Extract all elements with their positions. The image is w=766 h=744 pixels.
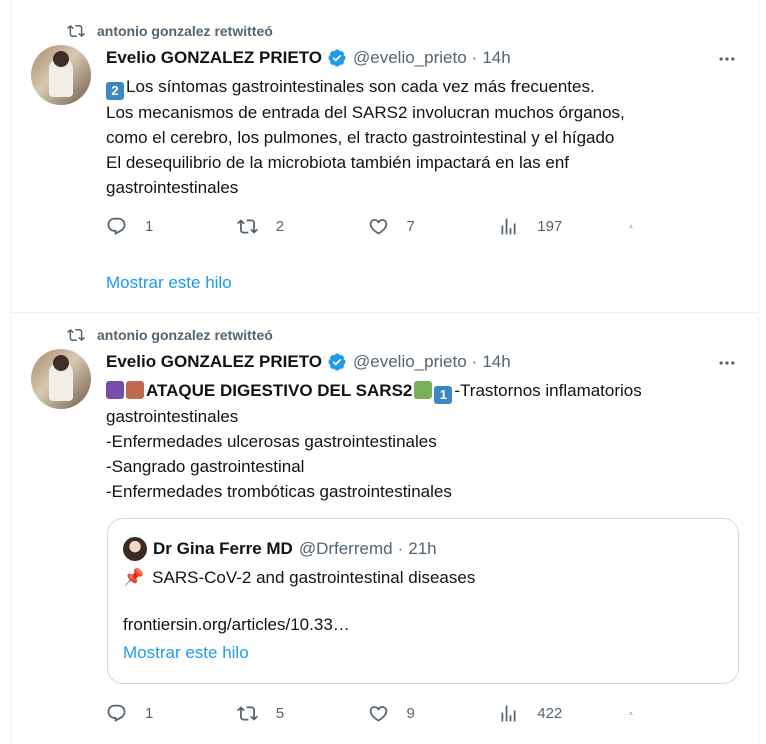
more-icon[interactable] [716, 48, 738, 70]
share-button[interactable] [629, 703, 651, 724]
separator: · [471, 48, 478, 67]
reply-button[interactable]: 1 [106, 703, 216, 724]
headline-rest: -Trastornos inflamatorios [454, 381, 642, 400]
headline: ATAQUE DIGESTIVO DEL SARS2 [146, 381, 413, 400]
quote-text: 📌 SARS-CoV-2 and gastrointestinal disease… [123, 565, 475, 590]
reply-count: 1 [145, 218, 154, 235]
like-button[interactable]: 9 [368, 703, 478, 724]
text-line: Los mecanismos de entrada del SARS2 invo… [106, 103, 625, 122]
retweet-icon [67, 24, 85, 38]
retweet-context[interactable]: antonio gonzalez retwitteó [67, 326, 273, 344]
quote-header: Dr Gina Ferre MD @Drferremd · 21h [123, 537, 437, 561]
retweet-icon [67, 328, 85, 342]
timestamp[interactable]: 14h [482, 48, 510, 68]
green-square-icon [414, 381, 433, 399]
author-name[interactable]: Evelio GONZALEZ PRIETO [106, 352, 322, 372]
retweet-icon [236, 219, 258, 234]
author-handle[interactable]: @evelio_prieto [353, 48, 467, 68]
brown-square-icon [126, 381, 144, 399]
quote-link[interactable]: frontiersin.org/articles/10.33… [123, 615, 350, 635]
views-icon [501, 705, 516, 722]
like-button[interactable]: 7 [368, 216, 478, 237]
like-icon [369, 706, 387, 722]
tweet-1[interactable]: antonio gonzalez retwitteó Evelio GONZAL… [10, 0, 759, 313]
quote-text-content: SARS-CoV-2 and gastrointestinal diseases [152, 568, 476, 587]
quote-show-thread-link[interactable]: Mostrar este hilo [123, 643, 249, 663]
reply-icon [107, 704, 126, 722]
retweet-count: 2 [275, 218, 285, 235]
quote-author-name: Dr Gina Ferre MD [153, 539, 293, 558]
more-icon[interactable] [716, 352, 738, 374]
quote-timestamp: 21h [408, 539, 437, 558]
tweet-text: 2 Los síntomas gastrointestinales son cad… [106, 74, 736, 200]
views-button[interactable]: 422 [498, 703, 608, 724]
tweet-2[interactable]: antonio gonzalez retwitteó Evelio GONZAL… [10, 314, 759, 744]
separator: · [471, 352, 478, 371]
share-icon [629, 711, 633, 715]
retweet-label: antonio gonzalez retwitteó [97, 23, 273, 39]
views-count: 422 [537, 705, 563, 722]
author-name[interactable]: Evelio GONZALEZ PRIETO [106, 48, 322, 68]
text-line: -Enfermedades trombóticas gastrointestin… [106, 482, 452, 501]
avatar[interactable] [31, 349, 91, 409]
action-bar: 1 5 9 422 [106, 703, 651, 724]
text-line: gastrointestinales [106, 407, 239, 426]
share-icon [629, 224, 633, 228]
quote-author-handle: @Drferremd [298, 539, 393, 558]
separator: · [397, 539, 404, 558]
like-icon [369, 219, 387, 235]
text-line: El desequilibrio de la microbiota tambié… [106, 153, 570, 172]
text-line: gastrointestinales [106, 178, 239, 197]
timestamp[interactable]: 14h [482, 352, 510, 372]
text-line: como el cerebro, los pulmones, el tracto… [106, 128, 615, 147]
verified-badge-icon [328, 49, 346, 67]
retweet-context[interactable]: antonio gonzalez retwitteó [67, 22, 273, 40]
thread-spool-icon [106, 381, 124, 399]
keycap-2-icon: 2 [106, 82, 124, 100]
retweet-icon [236, 706, 258, 721]
share-button[interactable] [629, 216, 651, 237]
reply-icon [107, 217, 126, 235]
views-icon [501, 218, 516, 235]
quoted-tweet[interactable]: Dr Gina Ferre MD @Drferremd · 21h 📌 SARS-… [107, 518, 739, 684]
views-count: 197 [537, 218, 563, 235]
views-button[interactable]: 197 [498, 216, 608, 237]
retweet-button[interactable]: 5 [236, 703, 347, 724]
text-line: -Enfermedades ulcerosas gastrointestinal… [106, 432, 437, 451]
action-bar: 1 2 7 197 [106, 216, 651, 237]
retweet-button[interactable]: 2 [236, 216, 347, 237]
retweet-label: antonio gonzalez retwitteó [97, 327, 273, 343]
keycap-1-icon: 1 [434, 386, 453, 404]
retweet-count: 5 [275, 705, 285, 722]
pin-icon: 📌 [123, 568, 145, 587]
reply-count: 1 [145, 705, 154, 722]
like-count: 9 [406, 705, 415, 722]
tweet-header: Evelio GONZALEZ PRIETO @evelio_prieto · … [106, 352, 511, 372]
like-count: 7 [406, 218, 415, 235]
verified-badge-icon [328, 353, 346, 371]
show-thread-link[interactable]: Mostrar este hilo [106, 273, 232, 293]
author-handle[interactable]: @evelio_prieto [353, 352, 467, 372]
avatar [123, 537, 147, 561]
tweet-text: ATAQUE DIGESTIVO DEL SARS2 1 -Trastornos i… [106, 378, 736, 504]
text-line: Los síntomas gastrointestinales son cada… [126, 77, 595, 96]
reply-button[interactable]: 1 [106, 216, 216, 237]
avatar[interactable] [31, 45, 91, 105]
tweet-header: Evelio GONZALEZ PRIETO @evelio_prieto · … [106, 48, 511, 68]
text-line: -Sangrado gastrointestinal [106, 457, 305, 476]
